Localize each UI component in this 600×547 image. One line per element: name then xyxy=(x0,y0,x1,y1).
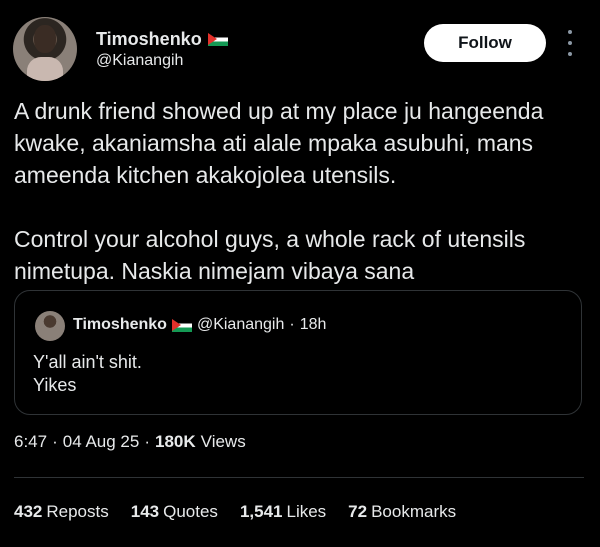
tweet-text: A drunk friend showed up at my place ju … xyxy=(14,98,544,284)
quoted-tweet-text: Y'all ain't shit. Yikes xyxy=(33,351,142,397)
quoted-timestamp: 18h xyxy=(299,316,327,333)
avatar-shirt xyxy=(27,57,63,81)
quoted-tweet-card[interactable]: Timoshenko @Kianangih · 18h Y'all ain't … xyxy=(14,290,582,415)
tweet-date[interactable]: 04 Aug 25 xyxy=(63,432,140,452)
tweet-meta: 6:47 · 04 Aug 25 · 180K Views xyxy=(14,432,246,452)
more-dot xyxy=(568,41,572,45)
quoted-author-avatar xyxy=(35,311,65,341)
separator-dot: · xyxy=(289,316,295,333)
quotes-stat[interactable]: 143 Quotes xyxy=(131,502,218,522)
views-label[interactable]: Views xyxy=(201,432,246,452)
author-handle[interactable]: @Kianangih xyxy=(96,52,183,70)
likes-label: Likes xyxy=(286,502,327,521)
more-dot xyxy=(568,52,572,56)
more-dot xyxy=(568,30,572,34)
reposts-label: Reposts xyxy=(46,502,109,521)
author-display-name[interactable]: Timoshenko xyxy=(96,29,202,50)
reposts-stat[interactable]: 432 Reposts xyxy=(14,502,109,522)
avatar-head xyxy=(34,25,56,53)
engagement-stats: 432 Reposts 143 Quotes 1,541 Likes 72 Bookma… xyxy=(14,502,456,522)
quoted-tweet-header: Timoshenko @Kianangih · 18h xyxy=(73,316,326,334)
quotes-label: Quotes xyxy=(163,502,218,521)
quoted-line-2: Yikes xyxy=(33,375,77,395)
separator-dot: · xyxy=(52,432,58,451)
bookmarks-label: Bookmarks xyxy=(371,502,457,521)
likes-count: 1,541 xyxy=(239,502,283,521)
quoted-author-name: Timoshenko xyxy=(73,316,167,333)
reposts-count: 432 xyxy=(14,502,43,521)
quoted-author-handle: @Kianangih xyxy=(196,316,285,333)
palestine-flag-icon xyxy=(207,33,228,46)
tweet-time[interactable]: 6:47 xyxy=(14,432,47,452)
author-name-row: Timoshenko xyxy=(96,29,228,50)
separator-dot: · xyxy=(144,432,151,451)
more-options-icon[interactable] xyxy=(562,30,578,56)
quotes-count: 143 xyxy=(130,502,160,521)
quoted-line-1: Y'all ain't shit. xyxy=(33,352,142,372)
palestine-flag-icon xyxy=(171,318,192,332)
bookmarks-count: 72 xyxy=(348,502,368,521)
author-avatar[interactable] xyxy=(13,17,77,81)
bookmarks-stat[interactable]: 72 Bookmarks xyxy=(348,502,456,522)
likes-stat[interactable]: 1,541 Likes xyxy=(240,502,326,522)
views-count: 180K xyxy=(155,432,196,451)
follow-button[interactable]: Follow xyxy=(424,24,546,62)
divider xyxy=(14,477,584,478)
